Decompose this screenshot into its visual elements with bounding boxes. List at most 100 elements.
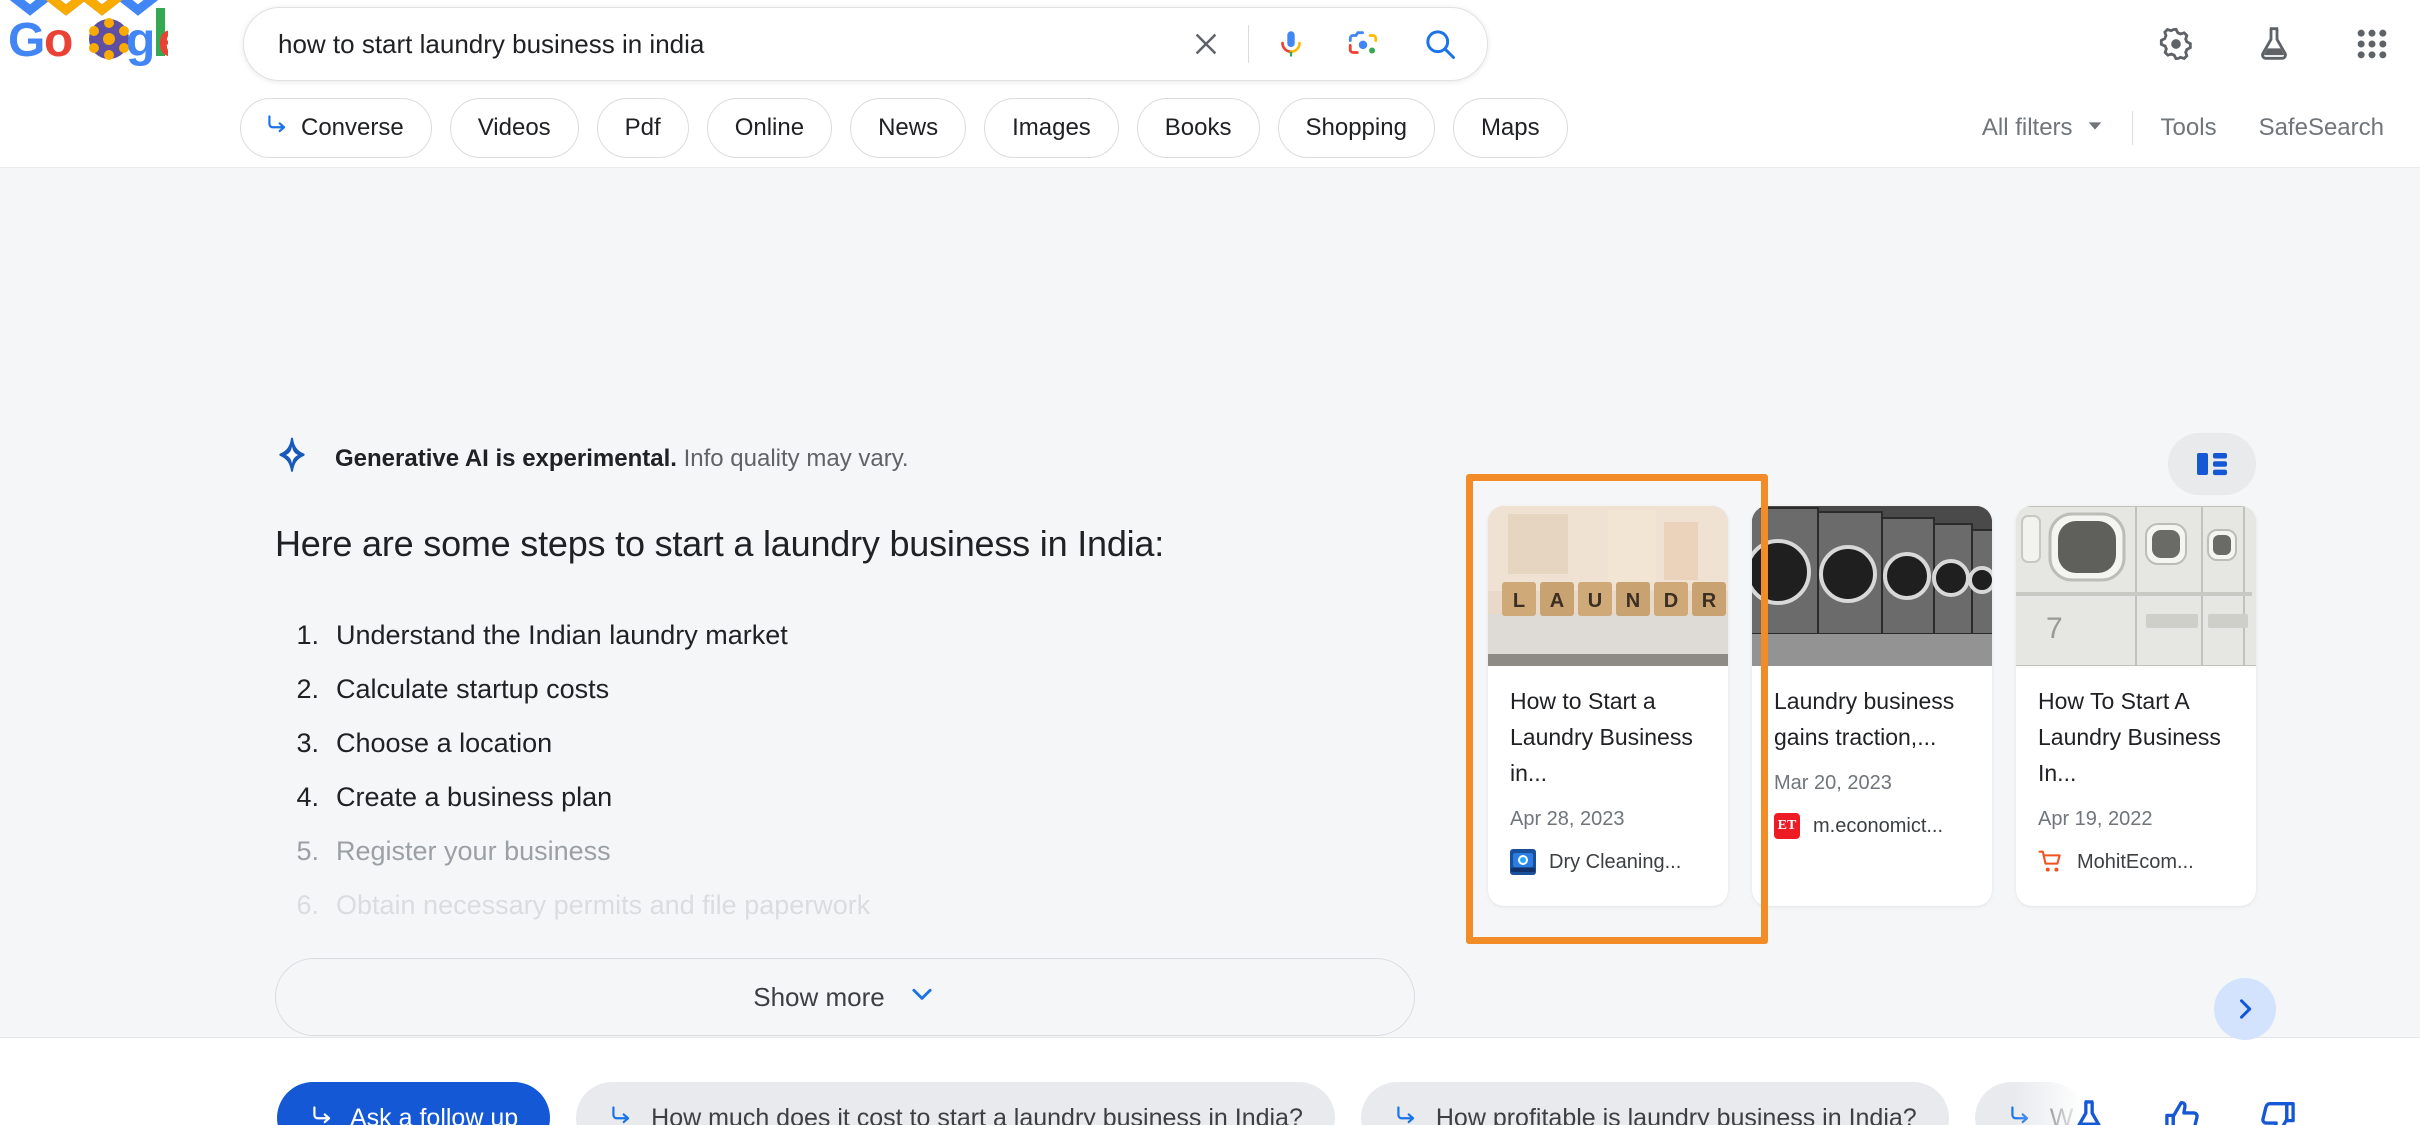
step-text: Create a business plan xyxy=(336,781,613,812)
chip-label: Shopping xyxy=(1305,113,1407,141)
step-text: Obtain necessary permits and file paperw… xyxy=(336,889,871,920)
chip-label: News xyxy=(878,113,939,141)
ai-sparkle-icon xyxy=(273,436,313,481)
card-title: How To Start A Laundry Business In... xyxy=(2038,688,2221,786)
step-number: 3. xyxy=(296,727,319,758)
card-body: How to Start a Laundry Business in... Ap… xyxy=(1488,666,1728,875)
filter-controls: All filters Tools SafeSearch xyxy=(1982,88,2384,168)
step-text: Choose a location xyxy=(336,727,553,758)
svg-text:D: D xyxy=(1664,590,1678,612)
all-filters-button[interactable]: All filters xyxy=(1982,114,2104,142)
close-icon[interactable] xyxy=(1178,29,1234,59)
card-title: How to Start a Laundry Business in... xyxy=(1510,688,1693,786)
thumb-down-icon[interactable] xyxy=(2256,1097,2298,1125)
list-item: 5. Register your business xyxy=(283,824,1283,878)
card-date: Apr 19, 2022 xyxy=(2038,808,2153,830)
svg-text:L: L xyxy=(1513,590,1525,612)
chip-images[interactable]: Images xyxy=(984,97,1119,158)
chip-books[interactable]: Books xyxy=(1136,97,1260,158)
followup-chip[interactable]: How profitable is laundry business in In… xyxy=(1360,1082,1949,1125)
chip-label: Videos xyxy=(477,113,551,141)
apps-grid-icon[interactable] xyxy=(2352,24,2392,64)
gear-icon[interactable] xyxy=(2156,24,2196,64)
search-input[interactable] xyxy=(244,28,1178,60)
followup-chip-label: How profitable is laundry business in In… xyxy=(1435,1103,1917,1125)
card-thumbnail xyxy=(1752,506,1992,666)
safesearch-button[interactable]: SafeSearch xyxy=(2259,114,2384,142)
svg-text:7: 7 xyxy=(2046,612,2063,645)
card-body: How To Start A Laundry Business In... Ap… xyxy=(2016,666,2256,875)
search-icon[interactable] xyxy=(1409,26,1471,62)
chip-label: Pdf xyxy=(624,113,661,141)
list-item: 1. Understand the Indian laundry market xyxy=(283,608,1283,662)
microphone-icon[interactable] xyxy=(1263,27,1319,61)
show-more-button[interactable]: Show more xyxy=(275,958,1415,1036)
header-actions xyxy=(2156,0,2392,88)
ai-steps-list: 1. Understand the Indian laundry market … xyxy=(283,608,1283,932)
step-number: 6. xyxy=(296,889,319,920)
source-card[interactable]: L A U N D R How to Start a Laundry Business … xyxy=(1488,506,1728,906)
show-more-label: Show more xyxy=(753,981,885,1012)
reply-arrow-icon xyxy=(2007,1102,2033,1125)
google-lens-icon[interactable] xyxy=(1335,27,1391,61)
svg-text:g: g xyxy=(126,14,155,66)
economictimes-logo-icon: ET xyxy=(1774,813,1800,839)
list-item: 2. Calculate startup costs xyxy=(283,662,1283,716)
ask-follow-up-button[interactable]: Ask a follow up xyxy=(277,1082,551,1125)
flask-icon[interactable] xyxy=(2254,24,2294,64)
chip-label: Images xyxy=(1012,113,1091,141)
search-divider xyxy=(1248,25,1249,63)
source-card[interactable]: Laundry business gains traction,... Mar … xyxy=(1752,506,1992,906)
card-thumbnail: LAU NDR xyxy=(1488,506,1728,666)
chip-label: Online xyxy=(734,113,805,141)
chip-news[interactable]: News xyxy=(850,97,967,158)
ai-answer-panel: Generative AI is experimental. Info qual… xyxy=(0,168,2420,1125)
chip-converse[interactable]: Converse xyxy=(240,97,432,158)
chip-label: Books xyxy=(1164,113,1232,141)
list-item: 3. Choose a location xyxy=(283,716,1283,770)
card-date: Mar 20, 2023 xyxy=(1774,772,1892,794)
svg-text:G: G xyxy=(8,14,45,66)
reply-arrow-icon xyxy=(309,1102,335,1125)
thumb-up-icon[interactable] xyxy=(2162,1097,2204,1125)
chip-label: Converse xyxy=(301,113,404,141)
carousel-next-button[interactable] xyxy=(2214,978,2276,1040)
ai-answer-heading: Here are some steps to start a laundry b… xyxy=(275,523,1165,564)
step-text: Calculate startup costs xyxy=(336,673,610,704)
card-source-name: m.economict... xyxy=(1813,814,1944,837)
filters-divider xyxy=(2131,111,2133,145)
drycleaning-logo-icon xyxy=(1510,849,1536,875)
source-card[interactable]: 7 How To Start A Laundry Business In... … xyxy=(2016,506,2256,906)
chip-online[interactable]: Online xyxy=(706,97,833,158)
list-item: 4. Create a business plan xyxy=(283,770,1283,824)
svg-text:o: o xyxy=(44,14,73,66)
followup-chip[interactable]: How much does it cost to start a laundry… xyxy=(576,1082,1335,1125)
tools-button[interactable]: Tools xyxy=(2161,114,2217,142)
flask-icon[interactable] xyxy=(2068,1097,2110,1125)
step-number: 4. xyxy=(296,781,319,812)
search-bar[interactable] xyxy=(243,7,1488,81)
card-date: Apr 28, 2023 xyxy=(1510,808,1625,830)
step-number: 2. xyxy=(296,673,319,704)
followup-row: Ask a follow up How much does it cost to… xyxy=(0,1073,2420,1125)
followup-chip-label: How much does it cost to start a laundry… xyxy=(651,1103,1303,1125)
reply-arrow-icon xyxy=(264,111,290,144)
page-header: G o g e xyxy=(0,0,2420,88)
card-source-name: Dry Cleaning... xyxy=(1549,850,1682,873)
filter-chips-row: Converse Videos Pdf Online News Images B… xyxy=(0,88,2420,168)
chip-maps[interactable]: Maps xyxy=(1452,97,1568,158)
card-body: Laundry business gains traction,... Mar … xyxy=(1752,666,1992,839)
ai-disclaimer-rest: Info quality may vary. xyxy=(676,444,909,472)
list-item: 6. Obtain necessary permits and file pap… xyxy=(283,878,1283,932)
chip-videos[interactable]: Videos xyxy=(449,97,579,158)
chip-pdf[interactable]: Pdf xyxy=(596,97,689,158)
card-source: Dry Cleaning... xyxy=(1510,849,1706,875)
google-doodle-logo[interactable]: G o g e xyxy=(8,0,185,67)
ask-follow-up-label: Ask a follow up xyxy=(350,1103,519,1125)
card-source-name: MohitEcom... xyxy=(2077,850,2194,873)
cart-icon xyxy=(2038,849,2064,875)
svg-text:e: e xyxy=(158,14,168,66)
ai-disclaimer-text: Generative AI is experimental. Info qual… xyxy=(335,445,909,473)
chevron-down-icon xyxy=(907,979,937,1016)
chip-shopping[interactable]: Shopping xyxy=(1277,97,1435,158)
